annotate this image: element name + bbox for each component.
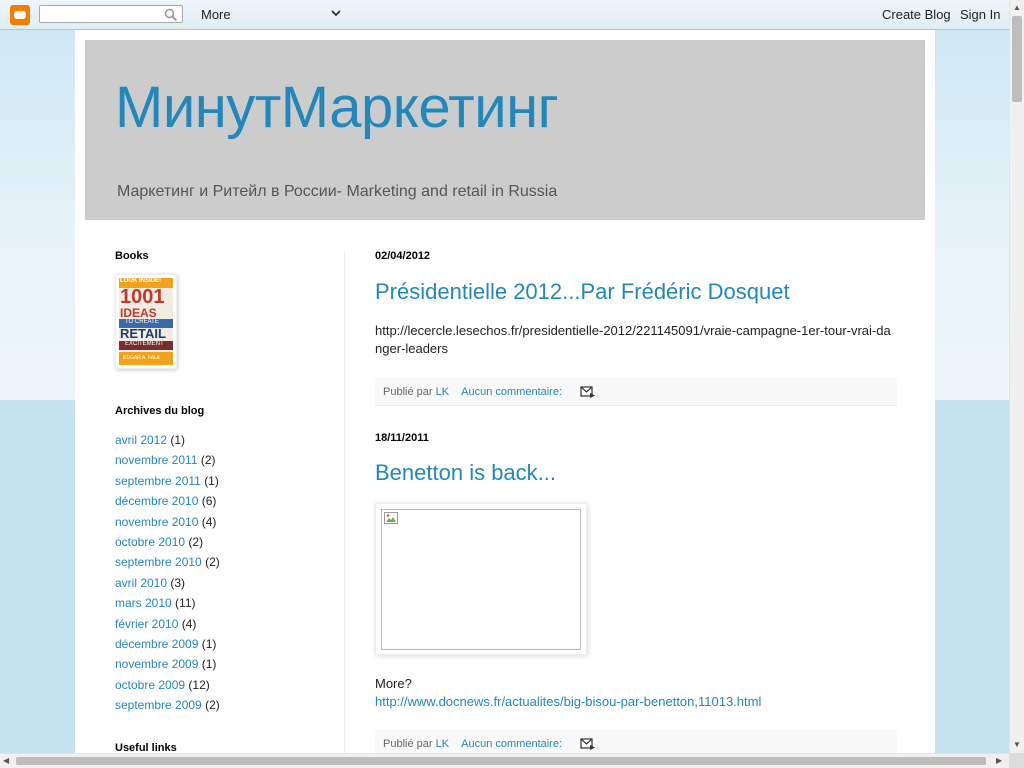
archive-item: septembre 2010 (2) (115, 552, 220, 572)
book-image[interactable]: LOOK INSIDE! 1001 IDEAS TO CREATE RETAIL… (115, 274, 177, 369)
archive-item: avril 2012 (1) (115, 430, 220, 450)
archive-count: (12) (188, 677, 210, 692)
archive-link[interactable]: avril 2010 (115, 576, 167, 590)
archive-link[interactable]: novembre 2011 (115, 453, 198, 467)
search-icon[interactable] (164, 8, 178, 22)
blog-description: Маркетинг и Ритейл в России- Marketing a… (117, 183, 558, 200)
archive-link[interactable]: décembre 2009 (115, 637, 198, 651)
post-body: http://lecercle.lesechos.fr/presidentiel… (375, 323, 891, 356)
post-footer: Publié par LK Aucun commentaire: (375, 730, 897, 753)
post-link[interactable]: http://www.docnews.fr/actualites/big-bis… (375, 693, 895, 711)
post-image[interactable] (375, 503, 587, 655)
archive-list: avril 2012 (1) novembre 2011 (2) septembre… (115, 430, 220, 715)
search-input[interactable] (39, 5, 183, 23)
book-cover: LOOK INSIDE! 1001 IDEAS TO CREATE RETAIL… (119, 278, 173, 365)
archive-item: février 2010 (4) (115, 614, 220, 634)
broken-image-icon (384, 512, 398, 524)
author-link[interactable]: LK (436, 738, 449, 750)
email-post-icon[interactable] (580, 738, 596, 750)
archive-item: mars 2010 (11) (115, 593, 220, 613)
published-by-label: Publié par (383, 738, 433, 750)
sign-in-link[interactable]: Sign In (960, 7, 1000, 22)
vertical-scrollbar[interactable]: ▲ ▼ (1009, 0, 1024, 753)
archive-link[interactable]: octobre 2010 (115, 535, 185, 549)
post-footer: Publié par LK Aucun commentaire: (375, 378, 897, 406)
archive-link[interactable]: novembre 2009 (115, 657, 198, 671)
book-to-create: TO CREATE (125, 319, 159, 325)
post-more-text: More? (375, 676, 412, 691)
create-blog-link[interactable]: Create Blog (882, 7, 951, 22)
archives-widget-title: Archives du blog (115, 405, 205, 417)
comments-link[interactable]: Aucun commentaire: (461, 386, 562, 398)
scrollbar-corner (1009, 753, 1024, 768)
column-divider (344, 252, 345, 753)
broken-image (381, 509, 581, 650)
book-excitement: EXCITEMENT (125, 341, 164, 347)
archive-count: (4) (201, 514, 217, 529)
author-link[interactable]: LK (436, 386, 449, 398)
email-post-icon[interactable] (580, 386, 596, 398)
archive-count: (11) (175, 596, 196, 611)
archive-count: (1) (204, 473, 219, 488)
useful-links-widget-title: Useful links (115, 742, 177, 753)
archive-count: (2) (205, 555, 220, 570)
book-author: EDGAR A. FALK (123, 355, 161, 361)
archive-count: (2) (188, 534, 204, 549)
archive-link[interactable]: septembre 2011 (115, 474, 201, 488)
archive-item: novembre 2010 (4) (115, 512, 220, 532)
archive-count: (2) (200, 453, 216, 468)
post-date: 18/11/2011 (375, 432, 429, 444)
archive-link[interactable]: octobre 2009 (115, 678, 185, 692)
archive-count: (4) (181, 616, 197, 631)
blog-page: МинутМаркетинг Маркетинг и Ритейл в Росс… (75, 30, 935, 753)
archive-item: octobre 2009 (12) (115, 675, 220, 695)
scroll-up-arrow-icon[interactable]: ▲ (1013, 3, 1021, 12)
chevron-down-icon (331, 10, 341, 17)
blog-header: МинутМаркетинг Маркетинг и Ритейл в Росс… (85, 40, 925, 220)
scroll-right-arrow-icon[interactable]: ▶ (996, 756, 1002, 765)
books-widget-title: Books (115, 250, 149, 262)
archive-count: (2) (205, 698, 220, 713)
post-title[interactable]: Présidentielle 2012...Par Frédéric Dosqu… (375, 279, 790, 305)
archive-count: (1) (201, 636, 217, 651)
post-title[interactable]: Benetton is back... (375, 460, 556, 486)
scroll-down-arrow-icon[interactable]: ▼ (1013, 740, 1021, 749)
archive-count: (3) (170, 575, 186, 590)
archive-count: (1) (201, 657, 217, 672)
archive-item: octobre 2010 (2) (115, 532, 220, 552)
blogger-logo-icon[interactable] (10, 5, 30, 25)
archive-link[interactable]: septembre 2010 (115, 555, 202, 569)
archive-item: septembre 2009 (2) (115, 695, 220, 715)
archive-link[interactable]: septembre 2009 (115, 698, 202, 712)
vertical-scroll-thumb[interactable] (1012, 16, 1022, 102)
archive-item: septembre 2011 (1) (115, 471, 220, 491)
post-date: 02/04/2012 (375, 250, 431, 262)
book-ideas: IDEAS (120, 306, 157, 320)
comments-link[interactable]: Aucun commentaire: (461, 738, 562, 750)
archive-link[interactable]: avril 2012 (115, 433, 167, 447)
archive-item: novembre 2011 (2) (115, 450, 220, 470)
archive-link[interactable]: novembre 2010 (115, 515, 198, 529)
archive-item: décembre 2010 (6) (115, 491, 220, 511)
archive-count: (1) (170, 433, 186, 447)
blogger-navbar: More Create Blog Sign In (0, 0, 1009, 30)
book-number: 1001 (120, 286, 165, 308)
horizontal-scroll-thumb[interactable] (16, 757, 986, 765)
archive-count: (6) (201, 494, 217, 509)
archive-item: décembre 2009 (1) (115, 634, 220, 654)
archive-link[interactable]: mars 2010 (115, 596, 172, 610)
archive-link[interactable]: décembre 2010 (115, 494, 198, 508)
book-retail: RETAIL (120, 326, 166, 341)
blog-title[interactable]: МинутМаркетинг (115, 74, 559, 141)
more-label: More (201, 7, 231, 22)
horizontal-scrollbar[interactable]: ◀ ▶ (0, 753, 1009, 768)
published-by-label: Publié par (383, 386, 433, 398)
scroll-left-arrow-icon[interactable]: ◀ (3, 756, 9, 765)
more-dropdown[interactable]: More (201, 7, 343, 22)
look-inside-label: LOOK INSIDE! (120, 278, 162, 284)
archive-item: avril 2010 (3) (115, 573, 220, 593)
archive-link[interactable]: février 2010 (115, 617, 178, 631)
archive-item: novembre 2009 (1) (115, 654, 220, 674)
